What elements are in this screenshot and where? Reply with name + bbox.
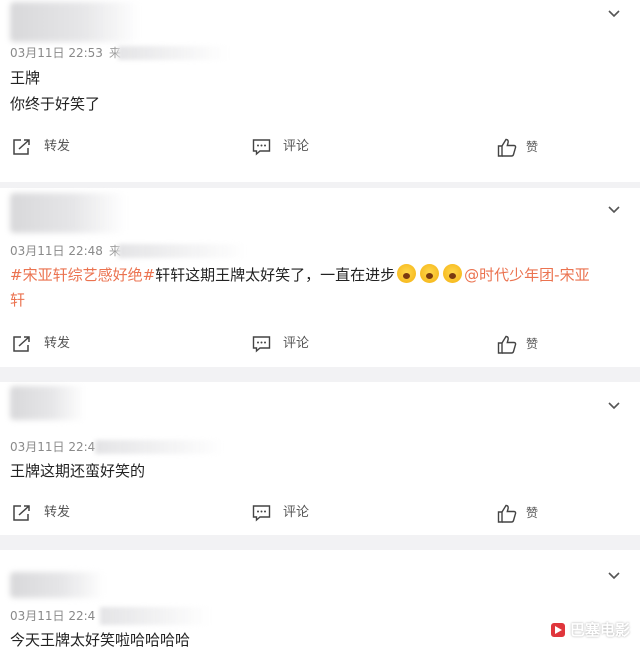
comment-icon (252, 505, 271, 522)
mention-link[interactable]: @时代少年团-宋亚 (464, 266, 589, 284)
play-logo-icon (550, 622, 565, 637)
source-blurred (100, 607, 210, 625)
source-blurred (118, 244, 248, 258)
forward-label: 转发 (44, 336, 71, 351)
forward-button[interactable]: 转发 (12, 137, 70, 157)
comment-actions: 转发 评论 赞 (0, 137, 640, 157)
like-button[interactable]: 赞 (497, 334, 538, 354)
watermark-text: 巴塞电影 (569, 621, 630, 639)
scream-emoji-icon (397, 264, 417, 283)
scream-emoji-icon (443, 264, 463, 283)
forward-label: 转发 (44, 139, 71, 154)
comment-text: #宋亚轩综艺感好绝#轩轩这期王牌太好笑了，一直在进步 @时代少年团-宋亚 (10, 264, 622, 285)
thumbs-up-icon (497, 138, 517, 157)
chevron-down-icon[interactable] (608, 570, 620, 582)
comment-card: 03月11日 22:53 来 王牌 你终于好笑了 转发 评论 赞 (0, 0, 640, 182)
scream-emoji-icon (420, 264, 440, 283)
forward-button[interactable]: 转发 (12, 334, 70, 354)
forward-label: 转发 (44, 505, 71, 520)
comment-text: 王牌 (10, 69, 41, 87)
comment-icon (252, 139, 271, 156)
username-blurred (10, 386, 85, 420)
forward-button[interactable]: 转发 (12, 503, 70, 523)
comment-meta: 03月11日 22:4 (10, 439, 95, 455)
share-icon (13, 505, 30, 521)
comment-icon (252, 336, 271, 353)
comment-button[interactable]: 评论 (252, 503, 309, 523)
comment-text: 你终于好笑了 (10, 95, 101, 113)
username-blurred (10, 572, 105, 598)
share-icon (13, 336, 30, 352)
thumbs-up-icon (497, 504, 517, 523)
username-blurred (10, 193, 125, 233)
comment-time: 03月11日 22:4 (10, 609, 96, 623)
comment-label: 评论 (283, 336, 310, 351)
comment-button[interactable]: 评论 (252, 334, 309, 354)
chevron-down-icon[interactable] (608, 204, 620, 216)
share-icon (13, 139, 30, 155)
comment-text: 王牌这期还蛮好笑的 (10, 462, 146, 480)
username-blurred (10, 2, 140, 42)
comment-label: 评论 (283, 505, 310, 520)
like-button[interactable]: 赞 (497, 137, 538, 157)
comment-meta: 03月11日 22:53 来 (10, 45, 121, 61)
comment-actions: 转发 评论 赞 (0, 334, 640, 354)
watermark: 巴塞电影 (550, 619, 630, 640)
thumbs-up-icon (497, 335, 517, 354)
comment-body: 轩轩这期王牌太好笑了，一直在进步 (155, 266, 396, 284)
comment-label: 评论 (283, 139, 310, 154)
like-button[interactable]: 赞 (497, 503, 538, 523)
comment-time: 03月11日 22:48 (10, 244, 103, 258)
comment-card: 03月11日 22:4 今天王牌太好笑啦哈哈哈哈 (0, 550, 640, 652)
chevron-down-icon[interactable] (608, 8, 620, 20)
like-label: 赞 (526, 337, 539, 351)
comment-meta: 03月11日 22:4 (10, 608, 95, 624)
source-blurred (95, 440, 225, 454)
comment-actions: 转发 评论 赞 (0, 503, 640, 523)
comment-time: 03月11日 22:53 (10, 46, 103, 60)
comment-time: 03月11日 22:4 (10, 440, 96, 454)
comment-card: 03月11日 22:48 来 #宋亚轩综艺感好绝#轩轩这期王牌太好笑了，一直在进步… (0, 188, 640, 367)
comment-text: 今天王牌太好笑啦哈哈哈哈 (10, 631, 191, 649)
comment-card: 03月11日 22:4 王牌这期还蛮好笑的 转发 评论 赞 (0, 382, 640, 535)
source-blurred (118, 46, 228, 60)
chevron-down-icon[interactable] (608, 400, 620, 412)
comment-button[interactable]: 评论 (252, 137, 309, 157)
like-label: 赞 (526, 140, 539, 154)
mention-link-continued[interactable]: 轩 (10, 290, 622, 310)
like-label: 赞 (526, 506, 539, 520)
comment-meta: 03月11日 22:48 来 (10, 243, 121, 259)
topic-hashtag-link[interactable]: #宋亚轩综艺感好绝# (10, 266, 155, 284)
